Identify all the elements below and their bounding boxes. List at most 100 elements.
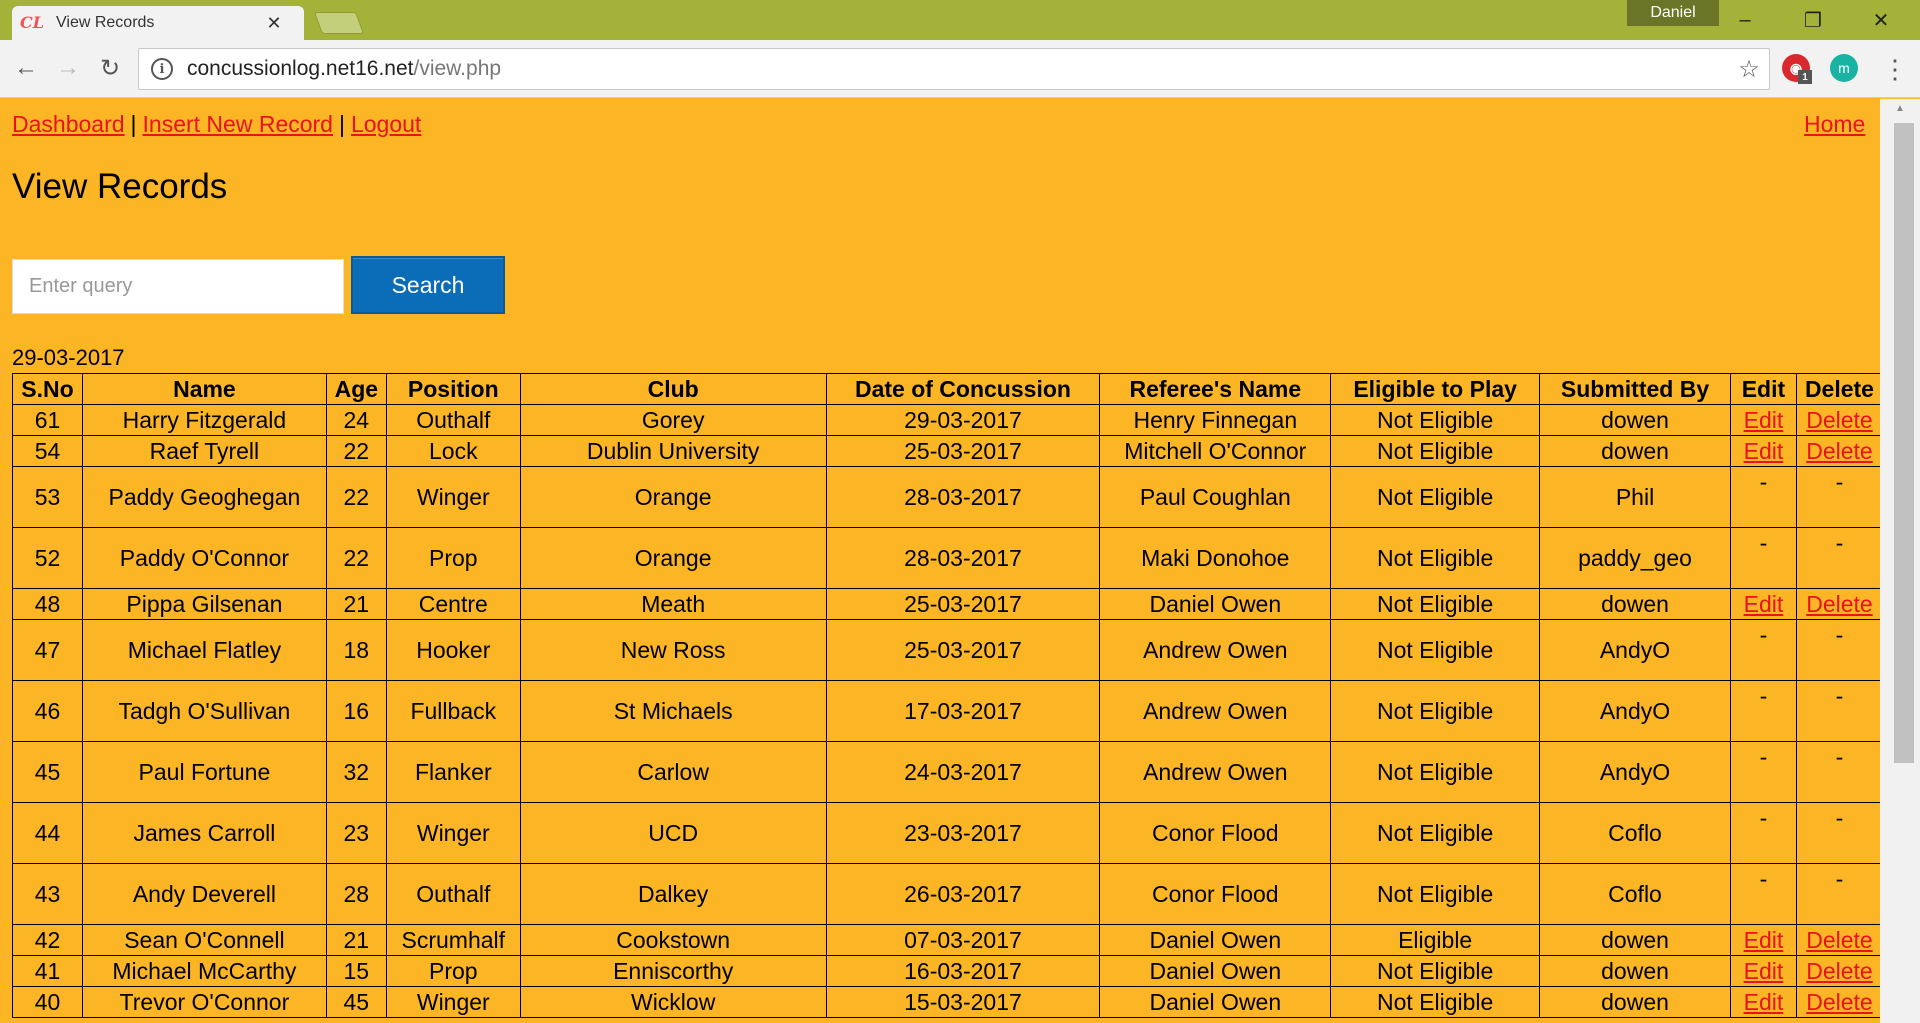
position-cell: Lock: [385, 435, 521, 467]
browser-titlebar: CL View Records ✕ Daniel – ❐ ✕: [0, 0, 1920, 40]
column-header: S.No: [12, 373, 83, 405]
age-cell: 18: [325, 619, 387, 681]
info-icon[interactable]: i: [151, 58, 173, 80]
dashboard-link[interactable]: Dashboard: [12, 111, 125, 137]
edit-link[interactable]: Edit: [1744, 591, 1784, 617]
edit-cell: -: [1729, 680, 1797, 742]
delete-link[interactable]: Delete: [1806, 958, 1872, 984]
submitted-by-cell: Coflo: [1539, 863, 1731, 925]
table-row: 44 James Carroll 23 Winger UCD 23-03-2017 Cono…: [12, 802, 1880, 864]
delete-cell: Delete: [1795, 588, 1880, 620]
scroll-thumb[interactable]: [1894, 123, 1914, 763]
delete-unavailable: -: [1835, 469, 1844, 495]
reload-icon[interactable]: ↻: [92, 50, 128, 86]
back-icon[interactable]: ←: [8, 50, 44, 86]
scrollbar[interactable]: ▲: [1880, 99, 1920, 1023]
age-cell: 23: [325, 802, 387, 864]
restore-button[interactable]: ❐: [1784, 0, 1842, 40]
close-window-button[interactable]: ✕: [1852, 0, 1910, 40]
eligibility-cell: Not Eligible: [1330, 527, 1541, 589]
submitted-by-cell: AndyO: [1539, 619, 1731, 681]
column-header: Date of Concussion: [825, 373, 1101, 405]
edit-unavailable: -: [1759, 469, 1768, 495]
edit-cell: -: [1729, 466, 1797, 528]
edit-unavailable: -: [1759, 866, 1768, 892]
edit-link[interactable]: Edit: [1744, 927, 1784, 953]
club-cell: UCD: [519, 802, 827, 864]
submitted-by-cell: dowen: [1539, 588, 1731, 620]
serial-number-cell: 47: [12, 619, 83, 681]
table-row: 43 Andy Deverell 28 Outhalf Dalkey 26-03-2017…: [12, 863, 1880, 925]
position-cell: Winger: [385, 466, 521, 528]
name-cell: Paddy O'Connor: [81, 527, 327, 589]
delete-link[interactable]: Delete: [1806, 591, 1872, 617]
concussion-date-cell: 26-03-2017: [825, 863, 1101, 925]
delete-cell: -: [1795, 863, 1880, 925]
insert-record-link[interactable]: Insert New Record: [143, 111, 333, 137]
column-header: Age: [325, 373, 387, 405]
delete-link[interactable]: Delete: [1806, 989, 1872, 1015]
extension-badge: 1: [1798, 70, 1812, 84]
delete-link[interactable]: Delete: [1806, 927, 1872, 953]
current-date: 29-03-2017: [12, 345, 125, 370]
tab-content[interactable]: CL View Records ✕: [20, 6, 292, 40]
address-bar[interactable]: i concussionlog.net16.net/view.php ☆: [138, 48, 1770, 90]
eligibility-cell: Not Eligible: [1330, 741, 1541, 803]
name-cell: Trevor O'Connor: [81, 986, 327, 1018]
logout-link[interactable]: Logout: [351, 111, 421, 137]
table-row: 42 Sean O'Connell 21 Scrumhalf Cookstown 07-0…: [12, 924, 1880, 956]
name-cell: Michael Flatley: [81, 619, 327, 681]
table-row: 61 Harry Fitzgerald 24 Outhalf Gorey 29-03-20…: [12, 404, 1880, 436]
edit-link[interactable]: Edit: [1744, 438, 1784, 464]
referee-cell: Andrew Owen: [1099, 741, 1332, 803]
bookmark-star-icon[interactable]: ☆: [1729, 55, 1769, 84]
extension-icon[interactable]: ◉ 1: [1782, 54, 1812, 84]
browser-menu-icon[interactable]: ⋮: [1880, 52, 1910, 86]
delete-link[interactable]: Delete: [1806, 407, 1872, 433]
edit-cell: Edit: [1729, 588, 1797, 620]
top-nav: Dashboard | Insert New Record | Logout: [12, 111, 421, 138]
table-row: 46 Tadgh O'Sullivan 16 Fullback St Michaels 1…: [12, 680, 1880, 742]
submitted-by-cell: AndyO: [1539, 741, 1731, 803]
eligibility-cell: Not Eligible: [1330, 619, 1541, 681]
referee-cell: Maki Donohoe: [1099, 527, 1332, 589]
extension-m-icon[interactable]: m: [1830, 54, 1858, 82]
name-cell: Andy Deverell: [81, 863, 327, 925]
search-input[interactable]: [12, 259, 344, 314]
home-link[interactable]: Home: [1804, 111, 1865, 138]
url-text[interactable]: concussionlog.net16.net/view.php: [187, 57, 1729, 81]
eligibility-cell: Eligible: [1330, 924, 1541, 956]
forward-icon[interactable]: →: [50, 50, 86, 86]
club-cell: Orange: [519, 527, 827, 589]
column-header: Position: [385, 373, 521, 405]
tab-close-icon[interactable]: ✕: [264, 13, 284, 34]
column-header: Club: [519, 373, 827, 405]
edit-link[interactable]: Edit: [1744, 989, 1784, 1015]
delete-cell: Delete: [1795, 435, 1880, 467]
profile-button[interactable]: Daniel: [1627, 0, 1719, 26]
minimize-button[interactable]: –: [1716, 0, 1774, 40]
delete-cell: Delete: [1795, 986, 1880, 1018]
scroll-up-icon[interactable]: ▲: [1880, 103, 1920, 117]
delete-link[interactable]: Delete: [1806, 438, 1872, 464]
name-cell: Michael McCarthy: [81, 955, 327, 987]
age-cell: 21: [325, 588, 387, 620]
edit-link[interactable]: Edit: [1744, 958, 1784, 984]
search-button[interactable]: Search: [351, 256, 505, 314]
concussion-date-cell: 28-03-2017: [825, 466, 1101, 528]
delete-unavailable: -: [1835, 622, 1844, 648]
referee-cell: Andrew Owen: [1099, 619, 1332, 681]
eligibility-cell: Not Eligible: [1330, 435, 1541, 467]
edit-link[interactable]: Edit: [1744, 407, 1784, 433]
eligibility-cell: Not Eligible: [1330, 802, 1541, 864]
new-tab-button[interactable]: [313, 12, 365, 34]
table-row: 53 Paddy Geoghegan 22 Winger Orange 28-03-201…: [12, 466, 1880, 528]
favicon-icon: CL: [20, 13, 44, 32]
position-cell: Hooker: [385, 619, 521, 681]
table-row: 48 Pippa Gilsenan 21 Centre Meath 25-03-2017 D…: [12, 588, 1880, 620]
edit-cell: Edit: [1729, 435, 1797, 467]
delete-cell: Delete: [1795, 404, 1880, 436]
age-cell: 22: [325, 466, 387, 528]
concussion-date-cell: 16-03-2017: [825, 955, 1101, 987]
referee-cell: Conor Flood: [1099, 863, 1332, 925]
